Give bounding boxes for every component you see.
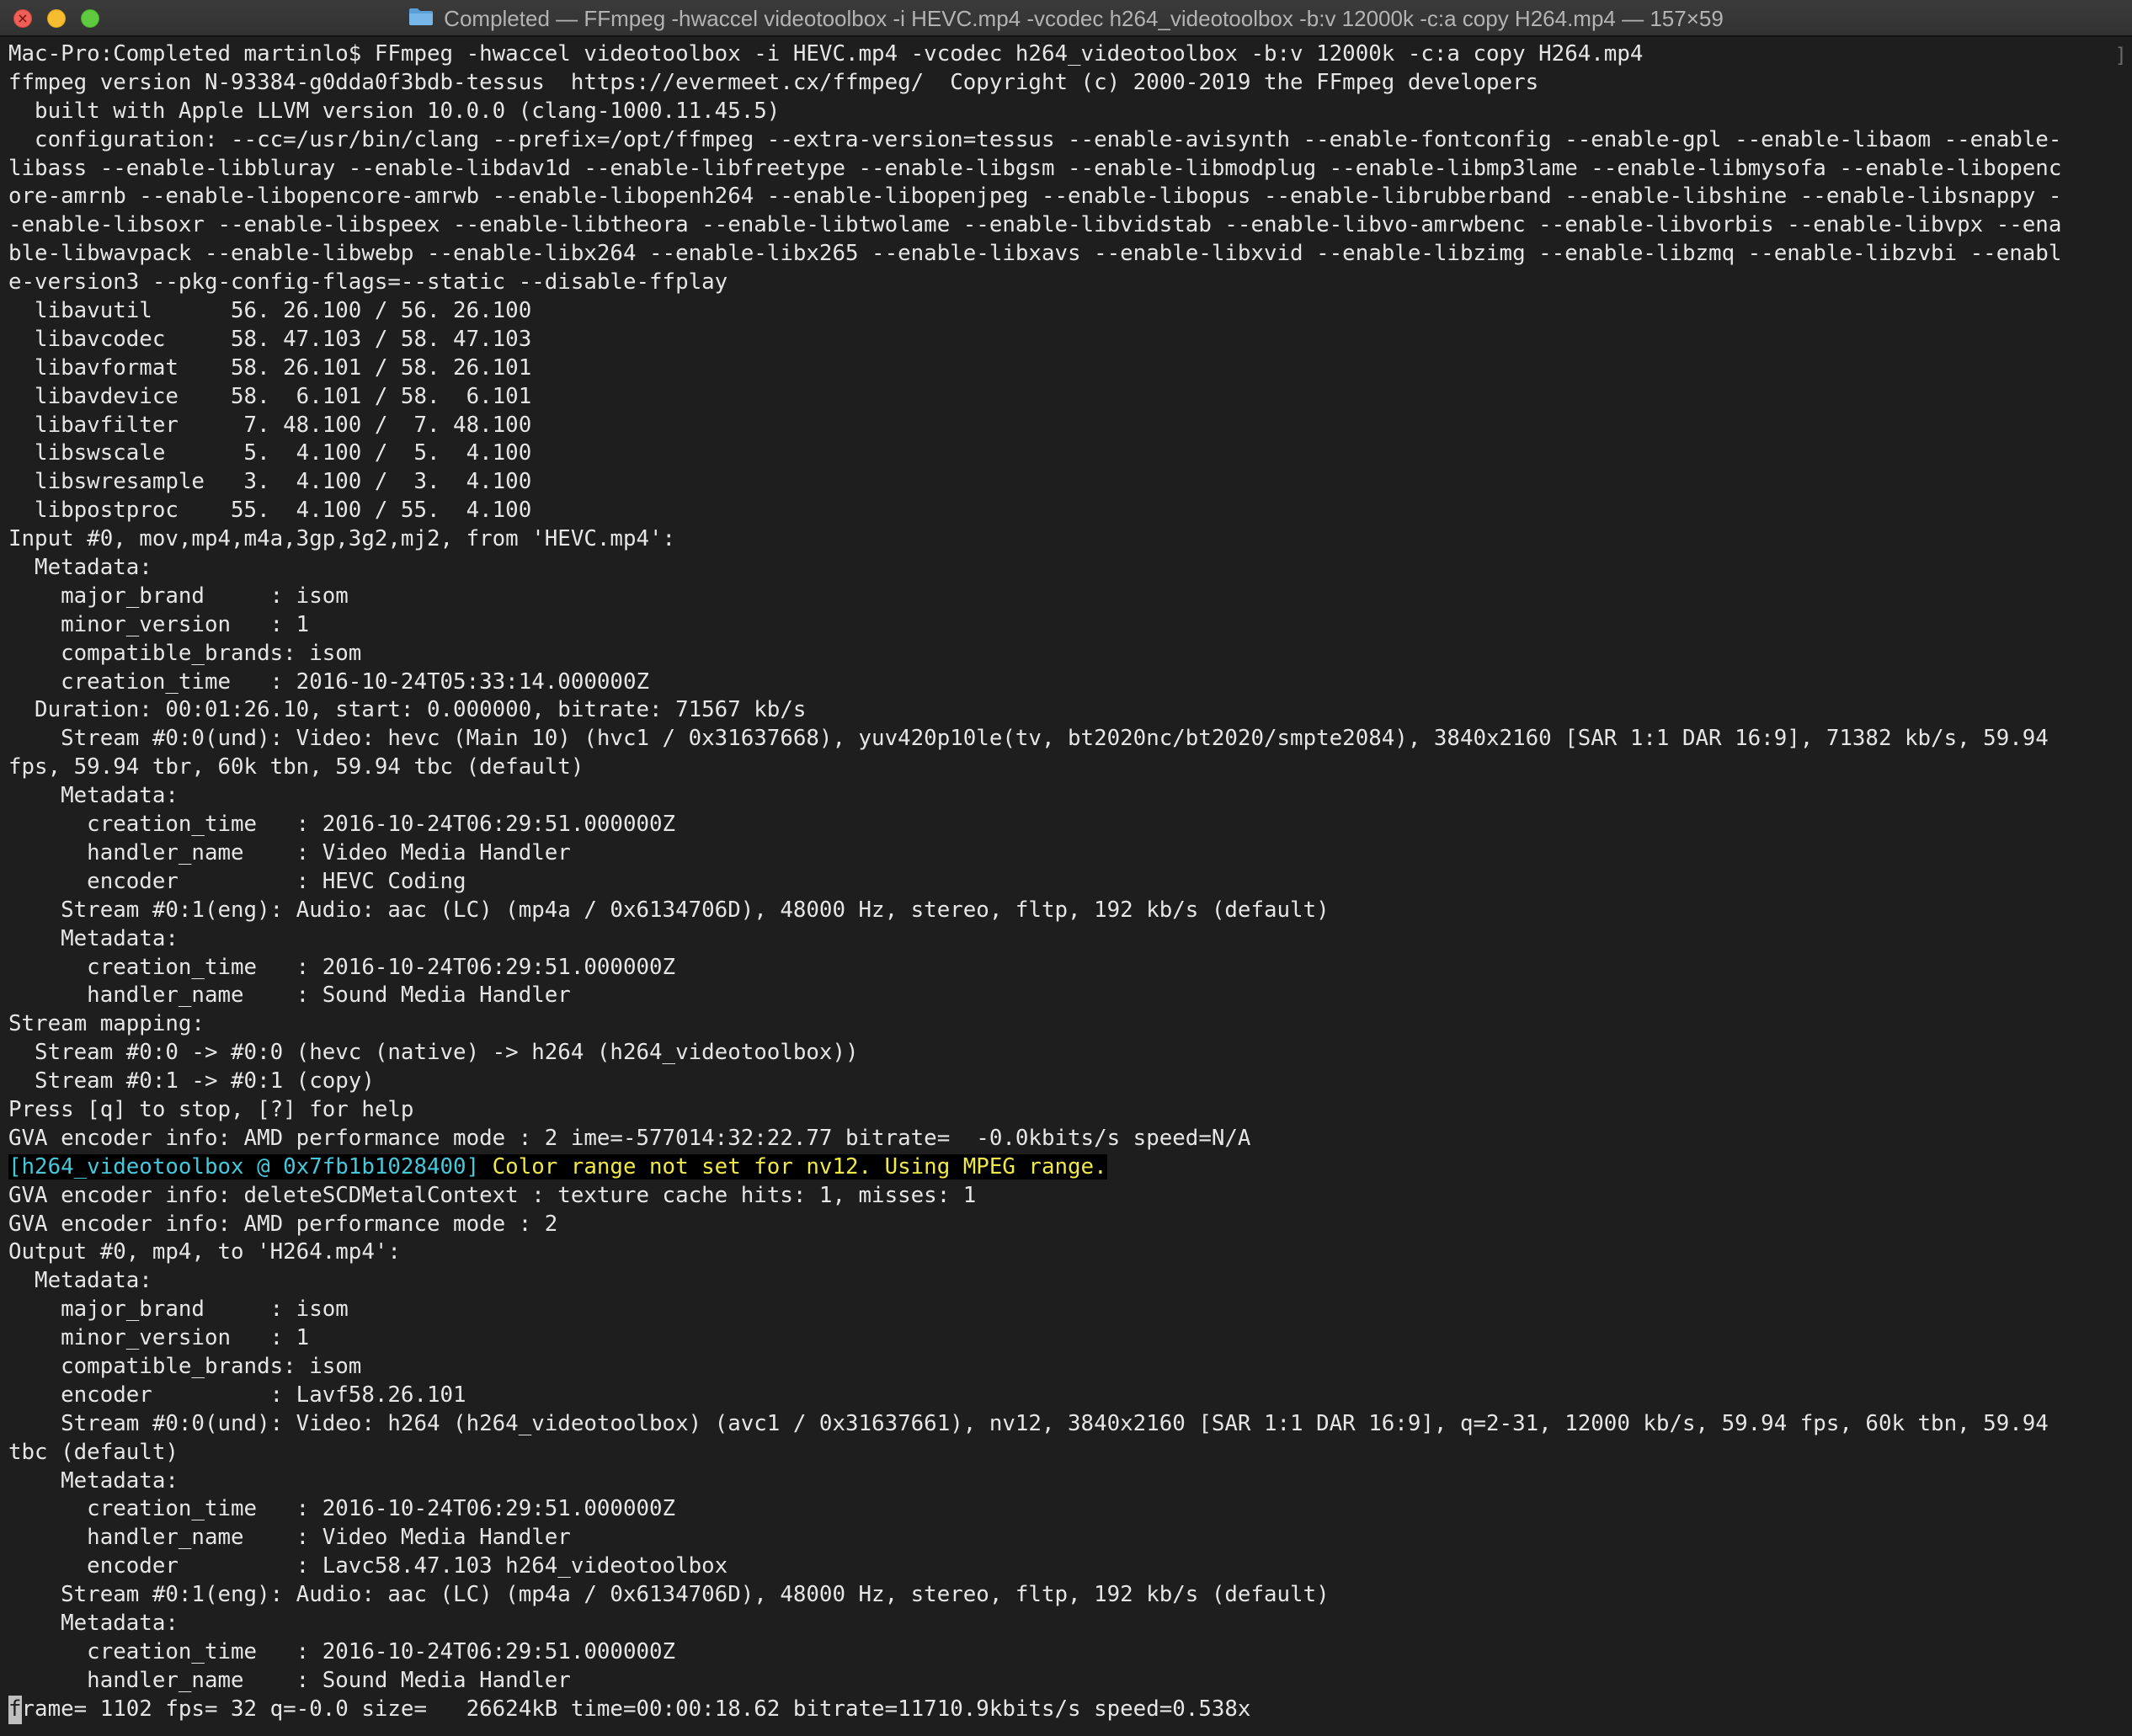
terminal-line: libpostproc 55. 4.100 / 55. 4.100: [8, 498, 532, 524]
terminal-line: Stream #0:0 -> #0:0 (hevc (native) -> h2…: [8, 1040, 859, 1066]
terminal-line: Press [q] to stop, [?] for help: [8, 1096, 414, 1122]
terminal-line: encoder : Lavc58.47.103 h264_videotoolbo…: [8, 1553, 728, 1579]
terminal-line: Metadata:: [8, 1268, 152, 1294]
terminal-line: handler_name : Sound Media Handler: [8, 1667, 571, 1693]
terminal-line: compatible_brands: isom: [8, 640, 362, 666]
terminal-line: minor_version : 1: [8, 611, 310, 637]
terminal-line: Stream #0:1(eng): Audio: aac (LC) (mp4a …: [8, 897, 1330, 923]
terminal-line: Mac-Pro:Completed martinlo$ FFmpeg -hwac…: [8, 41, 1644, 67]
terminal-line: handler_name : Video Media Handler: [8, 1525, 571, 1551]
terminal-line: libavcodec 58. 47.103 / 58. 47.103: [8, 326, 532, 352]
progress-line: frame= 1102 fps= 32 q=-0.0 size= 26624kB…: [8, 1695, 2124, 1724]
terminal-line: Stream #0:0(und): Video: h264 (h264_vide…: [8, 1410, 2049, 1436]
terminal-line: handler_name : Sound Media Handler: [8, 982, 571, 1009]
terminal-line: Output #0, mp4, to 'H264.mp4':: [8, 1239, 401, 1265]
terminal-line: Stream #0:1 -> #0:1 (copy): [8, 1068, 375, 1094]
terminal-line: libswresample 3. 4.100 / 3. 4.100: [8, 469, 532, 495]
progress-text: rame= 1102 fps= 32 q=-0.0 size= 26624kB …: [21, 1696, 1251, 1722]
terminal-line: Stream #0:1(eng): Audio: aac (LC) (mp4a …: [8, 1582, 1330, 1608]
terminal-line: ore-amrnb --enable-libopencore-amrwb --e…: [8, 184, 2062, 210]
warning-line: [h264_videotoolbox @ 0x7fb1b1028400] Col…: [8, 1153, 2124, 1182]
terminal-line: creation_time : 2016-10-24T06:29:51.0000…: [8, 954, 676, 980]
terminal-line: libavutil 56. 26.100 / 56. 26.100: [8, 298, 532, 324]
terminal-window: × Completed — FFmpeg -hwaccel videotoolb…: [0, 0, 2132, 1736]
terminal-line: libass --enable-libbluray --enable-libda…: [8, 155, 2062, 181]
terminal-line: tbc (default): [8, 1439, 179, 1465]
warning-tag: [h264_videotoolbox @ 0x7fb1b1028400]: [8, 1153, 480, 1180]
terminal-line: GVA encoder info: AMD performance mode :…: [8, 1211, 558, 1237]
terminal-line: Duration: 00:01:26.10, start: 0.000000, …: [8, 697, 807, 723]
terminal-line: Metadata:: [8, 1610, 179, 1636]
warning-message: Color range not set for nv12. Using MPEG…: [479, 1153, 1107, 1180]
terminal-line: built with Apple LLVM version 10.0.0 (cl…: [8, 98, 781, 124]
terminal-line: encoder : HEVC Coding: [8, 868, 466, 894]
terminal-line: major_brand : isom: [8, 583, 349, 609]
terminal-line: ble-libwavpack --enable-libwebp --enable…: [8, 241, 2062, 267]
folder-icon: [409, 8, 434, 25]
terminal-line: e-version3 --pkg-config-flags=--static -…: [8, 269, 728, 296]
terminal-line: Stream mapping:: [8, 1011, 205, 1037]
terminal-line: libavformat 58. 26.101 / 58. 26.101: [8, 354, 532, 381]
terminal-output[interactable]: Mac-Pro:Completed martinlo$ FFmpeg -hwac…: [8, 40, 2124, 1736]
terminal-line: GVA encoder info: AMD performance mode :…: [8, 1125, 1251, 1151]
terminal-line: configuration: --cc=/usr/bin/clang --pre…: [8, 126, 2062, 152]
window-title-area: Completed — FFmpeg -hwaccel videotoolbox…: [0, 0, 2132, 37]
terminal-line: Metadata:: [8, 1467, 179, 1494]
terminal-line: libavdevice 58. 6.101 / 58. 6.101: [8, 383, 532, 409]
terminal-line: Input #0, mov,mp4,m4a,3gp,3g2,mj2, from …: [8, 526, 676, 552]
terminal-line: fps, 59.94 tbr, 60k tbn, 59.94 tbc (defa…: [8, 754, 584, 780]
terminal-line: Metadata:: [8, 555, 152, 581]
terminal-line: -enable-libsoxr --enable-libspeex --enab…: [8, 212, 2062, 238]
terminal-line: creation_time : 2016-10-24T06:29:51.0000…: [8, 812, 676, 838]
terminal-line: ffmpeg version N-93384-g0dda0f3bdb-tessu…: [8, 69, 1539, 95]
terminal-line: creation_time : 2016-10-24T06:29:51.0000…: [8, 1496, 676, 1522]
terminal-line: libavfilter 7. 48.100 / 7. 48.100: [8, 412, 532, 438]
terminal-line: GVA encoder info: deleteSCDMetalContext …: [8, 1182, 977, 1208]
terminal-line: Metadata:: [8, 925, 179, 951]
terminal-line: compatible_brands: isom: [8, 1353, 362, 1379]
title-bar[interactable]: × Completed — FFmpeg -hwaccel videotoolb…: [0, 0, 2132, 37]
terminal-line: minor_version : 1: [8, 1325, 310, 1351]
terminal-line: creation_time : 2016-10-24T06:29:51.0000…: [8, 1638, 676, 1664]
terminal-line: encoder : Lavf58.26.101: [8, 1382, 466, 1408]
terminal-line: Metadata:: [8, 783, 179, 809]
terminal-line: handler_name : Video Media Handler: [8, 839, 571, 865]
terminal-line: creation_time : 2016-10-24T05:33:14.0000…: [8, 668, 650, 695]
terminal-cursor: f: [8, 1695, 22, 1724]
window-title: Completed — FFmpeg -hwaccel videotoolbox…: [444, 6, 1724, 31]
terminal-line: Stream #0:0(und): Video: hevc (Main 10) …: [8, 726, 2049, 752]
terminal-line: major_brand : isom: [8, 1297, 349, 1323]
terminal-line: libswscale 5. 4.100 / 5. 4.100: [8, 440, 532, 466]
